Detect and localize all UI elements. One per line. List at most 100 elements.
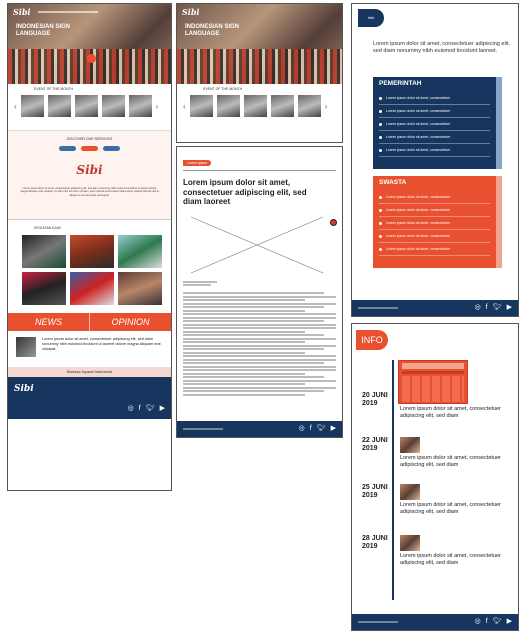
event-thumb[interactable]	[20, 95, 44, 117]
tagline-bar: Bahasa Isyarat Indonesia	[8, 367, 171, 377]
event-thumb[interactable]	[297, 95, 321, 117]
entry-text: Lorem ipsum dolor sit amet, consectetuer…	[400, 406, 501, 419]
chevron-right-icon[interactable]: ›	[325, 102, 328, 111]
list-item[interactable]: Lorem ipsum dolor sit amet, consectetuer	[379, 204, 490, 217]
event-thumb[interactable]	[270, 95, 294, 117]
twitter-icon[interactable]: 🐦︎	[146, 404, 155, 412]
instagram-icon[interactable]: ◎	[299, 424, 305, 432]
youtube-icon[interactable]: ▶	[507, 303, 512, 311]
event-thumb[interactable]	[243, 95, 267, 117]
nav-bar[interactable]	[38, 11, 98, 13]
list-item[interactable]: Lorem ipsum dolor sit amet, consectetuer	[379, 144, 490, 157]
event-thumb[interactable]	[74, 95, 98, 117]
youtube-icon[interactable]: ▶	[160, 404, 165, 412]
tab-news[interactable]: NEWS	[8, 313, 90, 331]
hero-title: INDONESIAN SIGN LANGUAGE	[185, 24, 240, 37]
list-item[interactable]: Lorem ipsum dolor sit amet, consectetuer	[379, 243, 490, 256]
twitter-icon[interactable]: 🐦︎	[493, 303, 502, 311]
list-item[interactable]: Lorem ipsum dolor sit amet, consectetuer	[379, 92, 490, 105]
sibi-logo: Sibi	[76, 163, 103, 177]
list-item[interactable]: Lorem ipsum dolor sit amet, consectetuer	[379, 105, 490, 118]
timeline-footer: ◎ f 🐦︎ ▶	[352, 614, 518, 630]
twitter-icon[interactable]: 🐦︎	[493, 617, 502, 625]
panel-pemerintah: PEMERINTAH Lorem ipsum dolor sit amet, c…	[373, 77, 496, 169]
entry-text: Lorem ipsum dolor sit amet, consectetuer…	[400, 553, 501, 566]
gallery-item[interactable]	[70, 235, 114, 268]
entry-photo[interactable]	[400, 484, 420, 500]
list-item[interactable]: Lorem ipsum dolor sit amet, consectetuer	[379, 217, 490, 230]
chevron-left-icon[interactable]: ‹	[14, 102, 17, 111]
home-footer: Sibi ◎ f 🐦︎ ▶	[8, 377, 171, 419]
panel-accent	[496, 77, 502, 169]
panel-title: PEMERINTAH	[379, 80, 422, 87]
entry-photo[interactable]	[400, 437, 420, 453]
facebook-icon[interactable]: f	[310, 425, 312, 432]
youtube-icon[interactable]: ▶	[507, 617, 512, 625]
entry-text: Lorem ipsum dolor sit amet, consectetuer…	[400, 455, 501, 468]
entry-date: 22 JUNI	[362, 437, 388, 444]
panel-title: SWASTA	[379, 179, 407, 186]
twitter-icon[interactable]: 🐦︎	[317, 424, 326, 432]
panel-swasta: SWASTA Lorem ipsum dolor sit amet, conse…	[373, 176, 496, 268]
article-body	[183, 280, 336, 396]
entry-photo[interactable]	[400, 535, 420, 551]
entry-date: 20 JUNI	[362, 392, 388, 399]
event-page-mockup: Sibi INDONESIAN SIGN LANGUAGE EVENT OF T…	[176, 3, 343, 143]
list-item[interactable]: Lorem ipsum dolor sit amet, consectetuer	[379, 131, 490, 144]
share-button[interactable]	[330, 219, 337, 226]
services-section: DISCOVER OUR SERVICES Sibi Lorem ipsum d…	[8, 130, 171, 219]
services-heading: DISCOVER OUR SERVICES	[66, 137, 113, 141]
article-title: Lorem ipsum dolor sit amet, consectetuer…	[183, 178, 307, 206]
instagram-icon[interactable]: ◎	[475, 303, 481, 311]
facebook-icon[interactable]: f	[139, 405, 141, 412]
info-badge: Info	[358, 9, 384, 27]
event-thumb[interactable]	[47, 95, 71, 117]
entry-text: Lorem ipsum dolor sit amet, consectetuer…	[400, 502, 501, 515]
gallery-item[interactable]	[70, 272, 114, 305]
logo[interactable]: Sibi	[182, 7, 199, 17]
entry-date: 28 JUNI	[362, 535, 388, 542]
entry-year: 2019	[362, 543, 378, 550]
tab-opinion[interactable]: OPINION	[90, 313, 171, 331]
home-page-mockup: Sibi INDONESIAN SIGN LANGUAGE EVENT OF T…	[7, 3, 172, 491]
list-item[interactable]: Lorem ipsum dolor sit amet, consectetuer	[379, 191, 490, 204]
gallery-heading: KEGIATAN KAMI	[34, 226, 61, 230]
gallery-item[interactable]	[118, 272, 162, 305]
event-thumb[interactable]	[101, 95, 125, 117]
gallery-item[interactable]	[118, 235, 162, 268]
list-item[interactable]: Lorem ipsum dolor sit amet, consectetuer	[379, 118, 490, 131]
article-label: Lorem ipsum	[183, 160, 212, 166]
chevron-left-icon[interactable]: ‹	[183, 102, 186, 111]
chevron-right-icon[interactable]: ›	[156, 102, 159, 111]
entry-date: 25 JUNI	[362, 484, 388, 491]
gallery-item[interactable]	[22, 235, 66, 268]
service-button[interactable]	[81, 146, 98, 151]
event-thumb[interactable]	[189, 95, 213, 117]
instagram-icon[interactable]: ◎	[475, 617, 481, 625]
hero-cta-button[interactable]	[87, 54, 96, 63]
youtube-icon[interactable]: ▶	[331, 424, 336, 432]
gallery-grid	[22, 235, 165, 305]
logo[interactable]: Sibi	[13, 7, 30, 17]
gallery-item[interactable]	[22, 272, 66, 305]
facebook-icon[interactable]: f	[486, 304, 488, 311]
service-button[interactable]	[59, 146, 76, 151]
entry-year: 2019	[362, 445, 378, 452]
news-text: Lorem ipsum dolor sit amet, consectetuer…	[42, 337, 161, 351]
service-button[interactable]	[103, 146, 120, 151]
event-thumb[interactable]	[128, 95, 152, 117]
news-photo[interactable]	[16, 337, 36, 357]
instagram-icon[interactable]: ◎	[128, 404, 134, 412]
section-heading: EVENT OF THE MONTH	[34, 87, 74, 91]
article-footer: ◎ f 🐦︎ ▶	[177, 421, 342, 437]
list-item[interactable]: Lorem ipsum dolor sit amet, consectetuer	[379, 230, 490, 243]
info-footer: ◎ f 🐦︎ ▶	[352, 300, 518, 316]
event-thumb[interactable]	[216, 95, 240, 117]
hero-title: INDONESIAN SIGN LANGUAGE	[16, 24, 71, 37]
calendar-widget[interactable]	[398, 360, 468, 404]
timeline-page-mockup: INFO 20 JUNI 2019 Lorem ipsum dolor sit …	[351, 323, 519, 631]
facebook-icon[interactable]: f	[486, 618, 488, 625]
timeline-axis	[392, 360, 394, 600]
logo-caption: Lorem ipsum dolor sit amet, consectetuer…	[20, 187, 159, 197]
entry-year: 2019	[362, 492, 378, 499]
